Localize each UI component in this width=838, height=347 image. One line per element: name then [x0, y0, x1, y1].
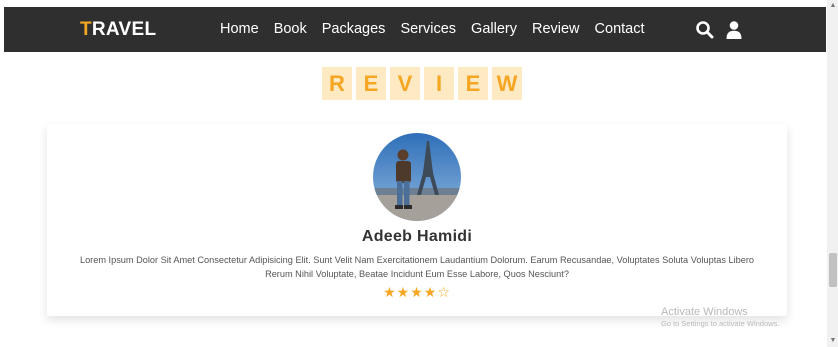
navbar: TRAVEL Home Book Packages Services Galle… — [4, 7, 826, 52]
watermark-title: Activate Windows — [661, 306, 748, 318]
activate-windows-watermark: Activate Windows Go to Settings to activ… — [661, 306, 779, 328]
heading-letter: R — [322, 67, 352, 100]
avatar — [373, 133, 461, 221]
star-rating: ★★★★☆ — [47, 284, 787, 301]
search-icon[interactable] — [695, 20, 715, 40]
heading-letter: E — [458, 67, 488, 100]
review-text: Lorem Ipsum Dolor Sit Amet Consectetur A… — [79, 255, 755, 279]
reviewer-name: Adeeb Hamidi — [361, 228, 473, 245]
user-icon[interactable] — [724, 20, 744, 40]
heading-letter: E — [356, 67, 386, 100]
scrollbar-thumb[interactable] — [829, 253, 837, 287]
heading-letter: W — [492, 67, 522, 100]
nav-link-book[interactable]: Book — [274, 21, 307, 37]
nav-link-packages[interactable]: Packages — [322, 21, 386, 37]
nav-link-gallery[interactable]: Gallery — [471, 21, 517, 37]
star-empty-icon: ☆ — [437, 284, 451, 300]
nav-link-services[interactable]: Services — [400, 21, 456, 37]
nav-links: Home Book Packages Services Gallery Revi… — [220, 21, 660, 37]
scroll-up-arrow[interactable]: ▲ — [829, 2, 837, 10]
star-full-icon: ★ — [383, 284, 397, 300]
scrollbar-track[interactable] — [827, 0, 838, 347]
logo-accent: T — [80, 19, 92, 40]
heading-letter: V — [390, 67, 420, 100]
nav-link-home[interactable]: Home — [220, 21, 259, 37]
star-full-icon: ★ — [423, 284, 438, 300]
review-card: Adeeb Hamidi Lorem Ipsum Dolor Sit Amet … — [47, 124, 787, 316]
logo[interactable]: TRAVEL — [80, 19, 156, 41]
section-heading: R E V I E W — [322, 67, 522, 100]
watermark-subtitle: Go to Settings to activate Windows. — [661, 319, 780, 328]
star-full-icon: ★ — [410, 284, 424, 300]
nav-link-contact[interactable]: Contact — [595, 21, 645, 37]
logo-text: RAVEL — [91, 19, 157, 40]
nav-link-review[interactable]: Review — [532, 21, 580, 37]
scroll-down-arrow[interactable]: ▼ — [829, 337, 837, 345]
heading-letter: I — [424, 67, 454, 100]
star-full-icon: ★ — [396, 284, 411, 300]
